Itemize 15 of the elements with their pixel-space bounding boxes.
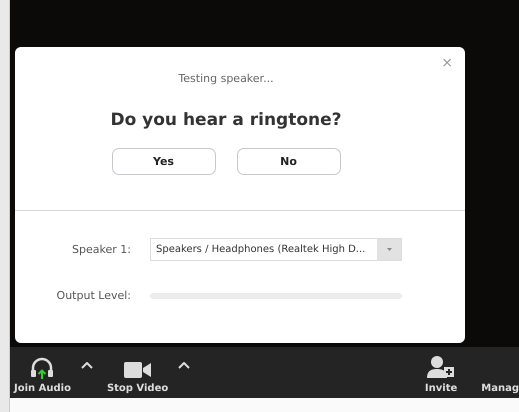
add-person-icon bbox=[427, 355, 456, 379]
speaker-dropdown[interactable]: Speakers / Headphones (Realtek High D... bbox=[150, 238, 402, 261]
dialog-question: Do you hear a ringtone? bbox=[110, 110, 342, 130]
speaker-label: Speaker 1: bbox=[71, 243, 132, 256]
caret-icon bbox=[386, 248, 392, 251]
status-text: Testing speaker... bbox=[178, 72, 274, 85]
manage-toolbar-button[interactable]: Manag bbox=[481, 383, 519, 394]
video-toolbar-button[interactable]: Stop Video bbox=[106, 361, 168, 394]
video-camera-icon bbox=[124, 361, 152, 379]
answer-button[interactable]: No bbox=[236, 148, 340, 175]
headphones-icon bbox=[30, 357, 54, 379]
invite-toolbar-button[interactable]: Invite bbox=[424, 355, 458, 394]
output-level-label: Output Level: bbox=[56, 289, 132, 302]
audio-toolbar-button[interactable]: Join Audio bbox=[14, 357, 71, 394]
answer-button[interactable]: Yes bbox=[112, 148, 216, 175]
